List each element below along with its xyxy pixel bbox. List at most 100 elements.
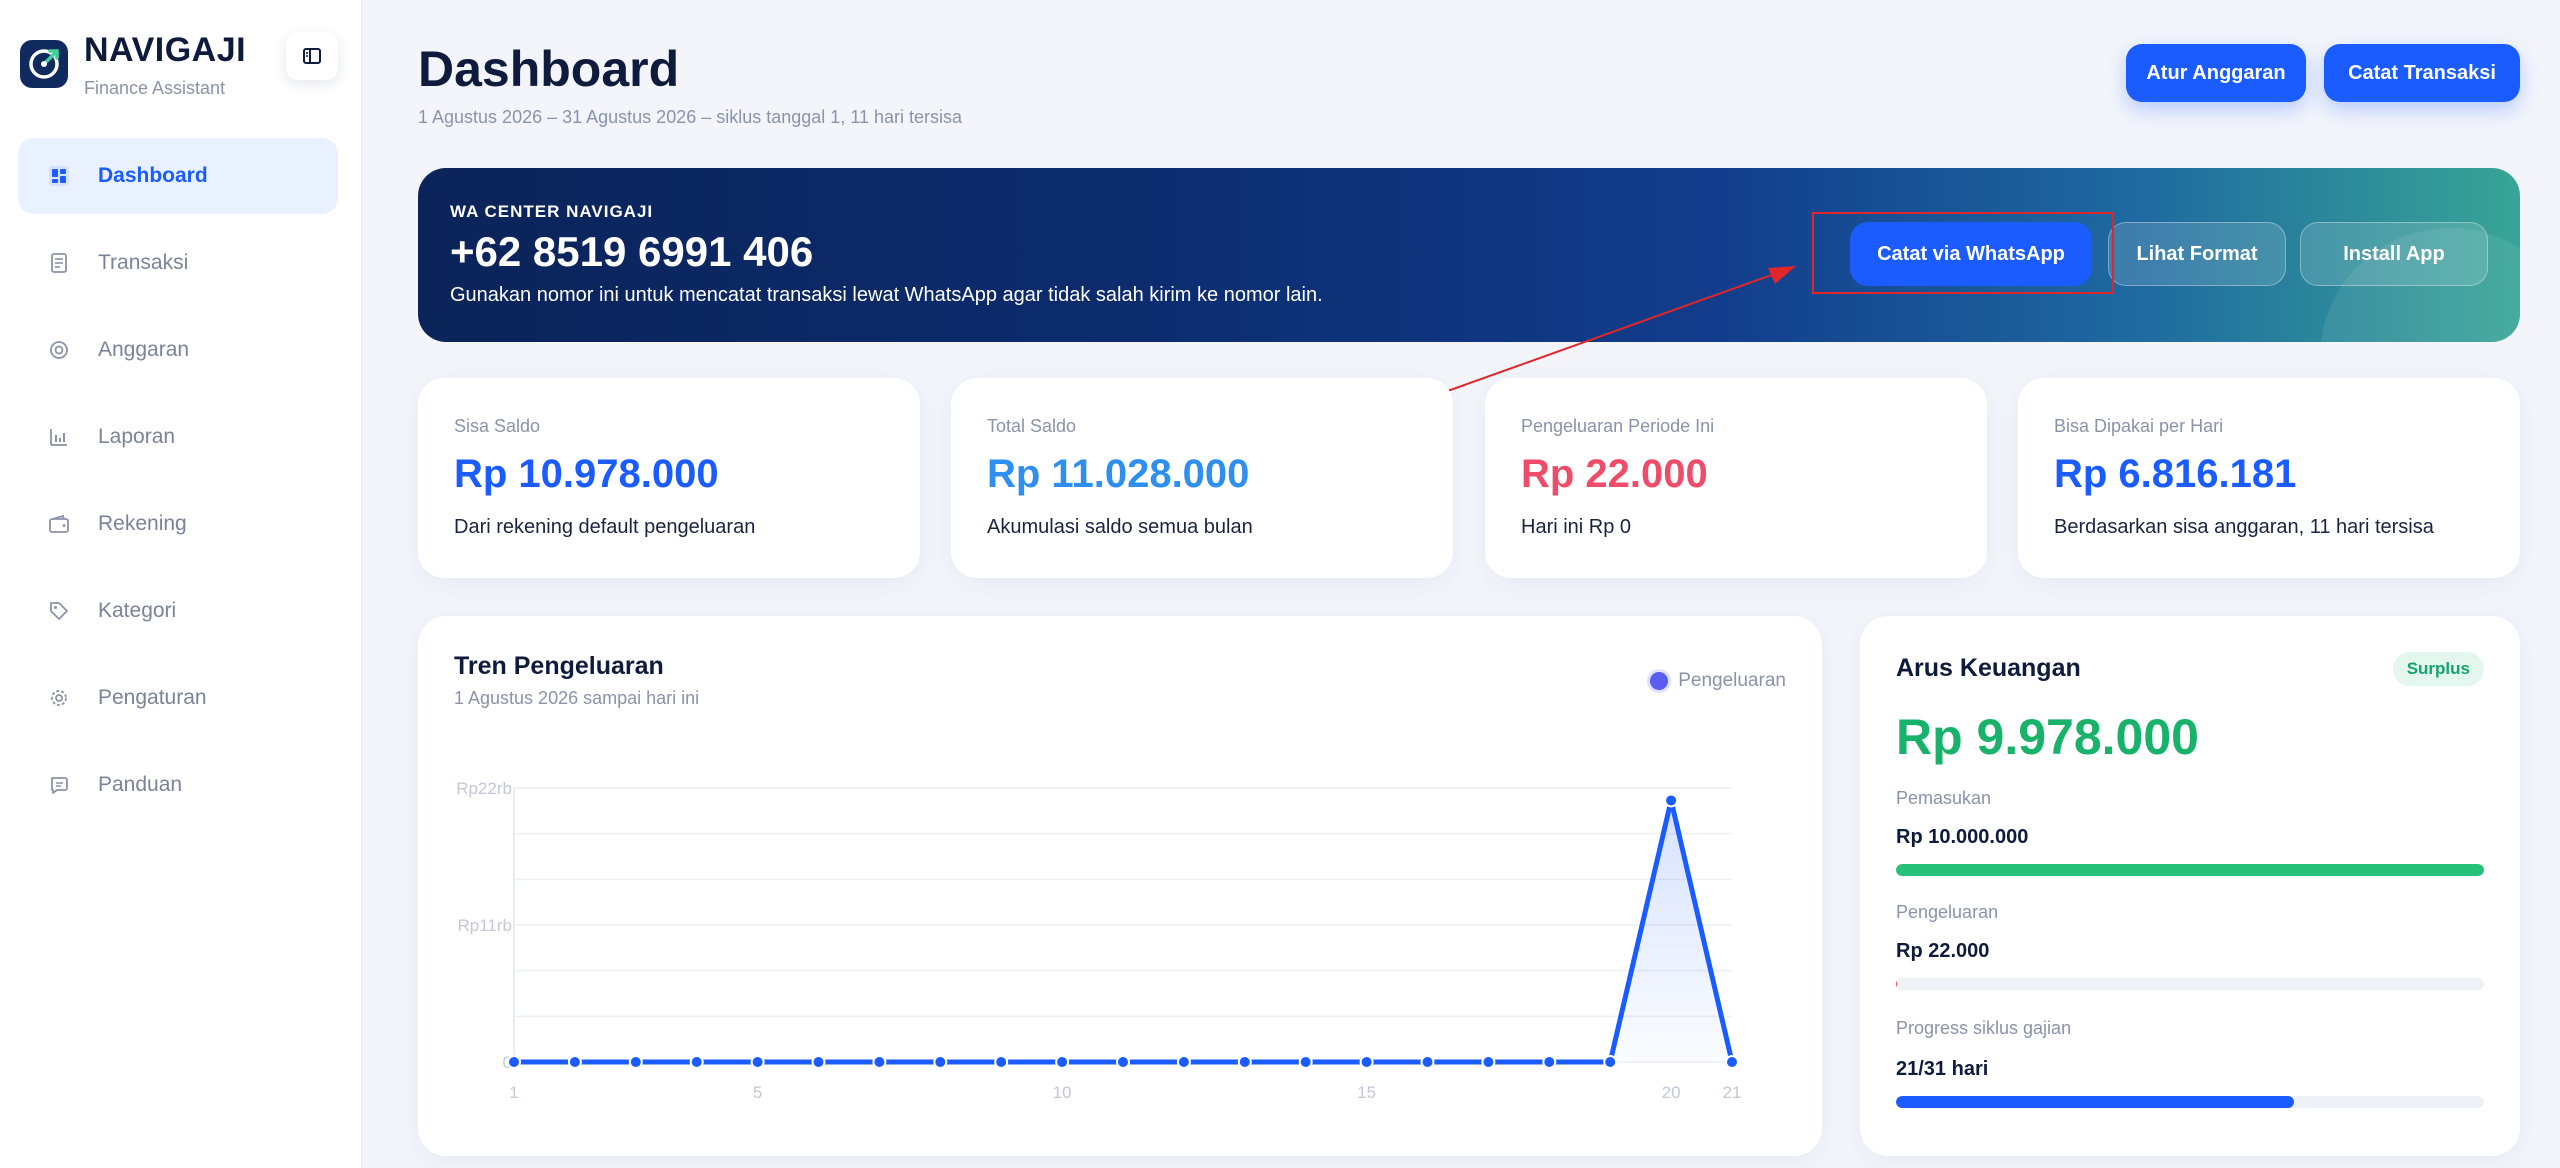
income-value: Rp 10.000.000	[1896, 826, 2029, 848]
trend-chart-card: Tren Pengeluaran 1 Agustus 2026 sampai h…	[418, 616, 1822, 1156]
sidebar-item-anggaran[interactable]: Anggaran	[18, 312, 338, 388]
catat-transaksi-button[interactable]: Catat Transaksi	[2324, 44, 2520, 102]
wa-kicker: WA CENTER NAVIGAJI	[450, 202, 654, 221]
x-tick-label: 5	[753, 1083, 762, 1102]
cycle-progress-bar	[1896, 1096, 2484, 1108]
data-point	[994, 1055, 1009, 1069]
series-line-pengeluaran	[511, 797, 1735, 1065]
data-point	[1176, 1055, 1191, 1069]
data-point	[811, 1055, 826, 1069]
wallet-icon	[46, 511, 72, 537]
stat-label: Total Saldo	[987, 416, 1077, 436]
data-point	[1481, 1055, 1496, 1069]
data-point	[1664, 793, 1679, 808]
stat-card-total-saldo: Total Saldo Rp 11.028.000 Akumulasi sald…	[951, 378, 1453, 578]
receipt-icon	[46, 250, 72, 276]
sidebar-item-laporan[interactable]: Laporan	[18, 399, 338, 475]
x-tick-label: 20	[1662, 1083, 1681, 1102]
sidebar-item-label: Transaksi	[98, 251, 189, 274]
wa-phone-number: +62 8519 6991 406	[450, 228, 814, 275]
sidebar-toggle-button[interactable]	[286, 32, 338, 80]
page-subtitle: 1 Agustus 2026 – 31 Agustus 2026 – siklu…	[418, 107, 963, 127]
stat-note: Dari rekening default pengeluaran	[454, 516, 756, 538]
income-label: Pemasukan	[1896, 788, 1992, 808]
annotation-highlight-box	[1812, 212, 2114, 294]
stat-label: Sisa Saldo	[454, 416, 541, 436]
stat-value: Rp 22.000	[1521, 452, 1708, 496]
expense-value: Rp 22.000	[1896, 940, 1990, 962]
data-point	[1237, 1055, 1252, 1069]
stat-label: Pengeluaran Periode Ini	[1521, 416, 1715, 436]
data-point	[1055, 1055, 1070, 1069]
stat-value: Rp 6.816.181	[2054, 452, 2297, 496]
y-tick-label: Rp11rb	[458, 916, 513, 935]
brand-subtitle: Finance Assistant	[84, 78, 226, 98]
sidebar-item-label: Kategori	[98, 599, 177, 622]
expense-progress-bar	[1896, 978, 2484, 990]
stat-note: Berdasarkan sisa anggaran, 11 hari tersi…	[2054, 516, 2434, 538]
sidebar-item-label: Anggaran	[98, 338, 190, 361]
data-point	[1420, 1055, 1435, 1069]
stat-value: Rp 10.978.000	[454, 452, 719, 496]
gear-icon	[46, 685, 72, 711]
arus-title: Arus Keuangan	[1896, 654, 2081, 682]
series-area	[514, 800, 1732, 1062]
sidebar-item-pengaturan[interactable]: Pengaturan	[18, 660, 338, 736]
stat-note: Hari ini Rp 0	[1521, 516, 1632, 538]
install-app-button[interactable]: Install App	[2300, 222, 2488, 286]
income-progress-bar	[1896, 864, 2484, 876]
wa-center-banner: WA CENTER NAVIGAJI +62 8519 6991 406 Gun…	[418, 168, 2520, 342]
stat-card-pengeluaran-periode: Pengeluaran Periode Ini Rp 22.000 Hari i…	[1485, 378, 1987, 578]
x-tick-label: 21	[1723, 1083, 1742, 1102]
sidebar-item-dashboard[interactable]: Dashboard	[18, 138, 338, 214]
dashboard-icon	[46, 163, 72, 189]
stat-card-per-hari: Bisa Dipakai per Hari Rp 6.816.181 Berda…	[2018, 378, 2520, 578]
expense-progress-fill	[1896, 978, 1898, 990]
stat-card-sisa-saldo: Sisa Saldo Rp 10.978.000 Dari rekening d…	[418, 378, 920, 578]
cycle-progress-fill	[1896, 1096, 2295, 1108]
stat-label: Bisa Dipakai per Hari	[2054, 416, 2224, 436]
brand-title: NAVIGAJI	[84, 31, 247, 69]
sidebar-item-panduan[interactable]: Panduan	[18, 747, 338, 823]
trend-chart: 0Rp11rbRp22rb1510152021	[456, 779, 1742, 1102]
stat-value: Rp 11.028.000	[987, 452, 1250, 496]
navigaji-logo-icon	[20, 40, 68, 88]
sidebar-item-label: Rekening	[98, 512, 187, 535]
sidebar-item-label: Pengaturan	[98, 686, 207, 709]
expense-label: Pengeluaran	[1896, 902, 1999, 922]
data-point	[507, 1055, 521, 1069]
data-point	[933, 1055, 948, 1069]
data-point	[1725, 1055, 1739, 1069]
y-tick-label: Rp22rb	[456, 779, 512, 798]
sidebar-item-label: Panduan	[98, 773, 183, 796]
sidebar-item-transaksi[interactable]: Transaksi	[18, 225, 338, 301]
arus-net-amount: Rp 9.978.000	[1896, 709, 2199, 765]
page-title: Dashboard	[418, 41, 680, 97]
status-badge: Surplus	[2392, 652, 2484, 686]
brand[interactable]: NAVIGAJI Finance Assistant	[20, 30, 246, 99]
sidebar-nav: Dashboard Transaksi Anggaran Laporan Rek…	[18, 138, 338, 834]
arus-keuangan-card: Arus Keuangan Surplus Rp 9.978.000 Pemas…	[1860, 616, 2520, 1156]
target-icon	[46, 337, 72, 363]
cycle-value: 21/31 hari	[1896, 1058, 1989, 1080]
x-tick-label: 15	[1357, 1083, 1376, 1102]
sidebar-item-label: Dashboard	[98, 164, 208, 187]
sidebar-item-kategori[interactable]: Kategori	[18, 573, 338, 649]
guide-icon	[46, 772, 72, 798]
cycle-label: Progress siklus gajian	[1896, 1018, 2072, 1038]
income-progress-fill	[1896, 864, 2484, 876]
lihat-format-button[interactable]: Lihat Format	[2108, 222, 2286, 286]
sidebar-item-rekening[interactable]: Rekening	[18, 486, 338, 562]
data-point	[1116, 1055, 1130, 1069]
data-point	[750, 1055, 765, 1069]
tag-icon	[46, 598, 72, 624]
data-point	[872, 1055, 887, 1069]
sidebar-item-label: Laporan	[98, 425, 176, 448]
data-point	[689, 1055, 704, 1069]
sidebar-collapse-icon	[303, 48, 321, 64]
wa-description: Gunakan nomor ini untuk mencatat transak…	[450, 284, 1323, 306]
sidebar: NAVIGAJI Finance Assistant Dashboard Tra…	[0, 0, 362, 1168]
atur-anggaran-button[interactable]: Atur Anggaran	[2126, 44, 2306, 102]
x-tick-label: 10	[1053, 1083, 1072, 1102]
data-point	[1298, 1055, 1313, 1069]
